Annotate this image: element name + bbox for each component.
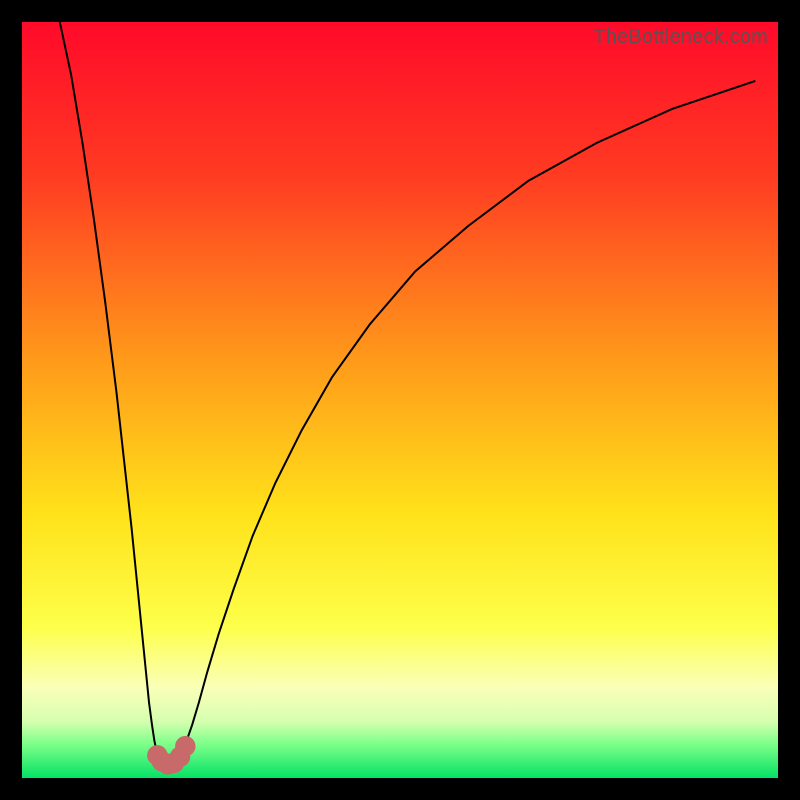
- curve-line: [60, 22, 756, 764]
- chart-frame: TheBottleneck.com: [0, 0, 800, 800]
- plot-area: TheBottleneck.com: [22, 22, 778, 778]
- valley-markers: [151, 740, 192, 771]
- bottleneck-curve: [22, 22, 778, 778]
- valley-marker: [179, 740, 192, 753]
- watermark-text: TheBottleneck.com: [593, 26, 768, 49]
